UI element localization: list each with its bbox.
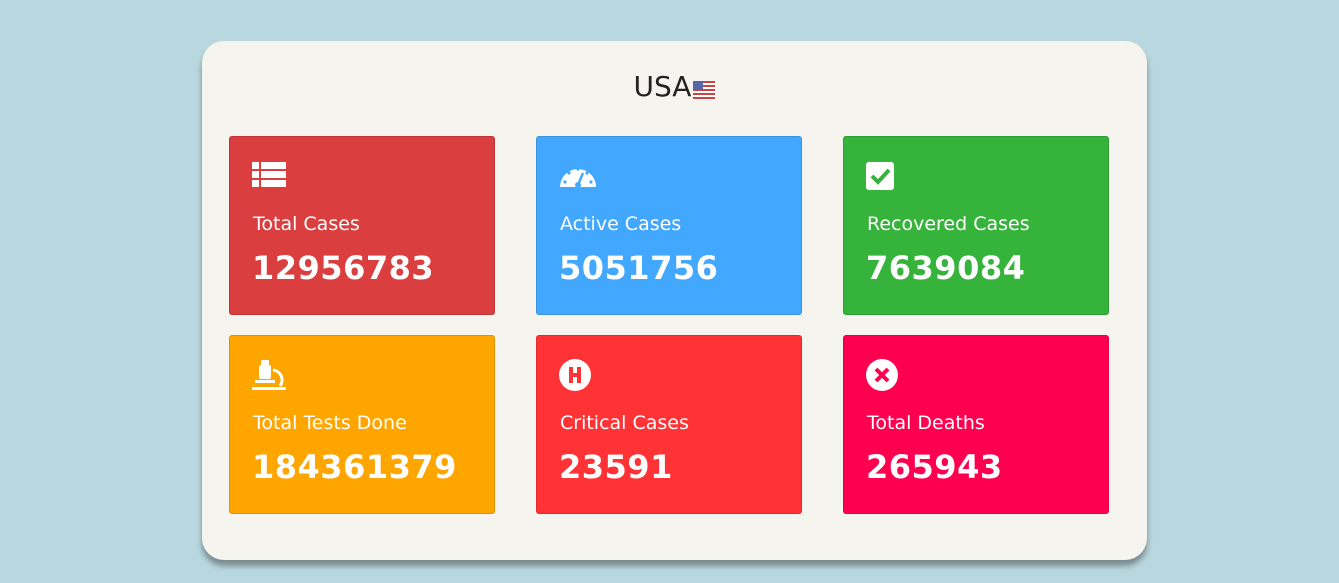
country-name: USA <box>633 70 692 103</box>
card-critical-cases: Critical Cases 23591 <box>536 335 802 514</box>
card-value: 184361379 <box>252 448 457 486</box>
card-value: 265943 <box>866 448 1003 486</box>
card-total-deaths: Total Deaths 265943 <box>843 335 1109 514</box>
microscope-icon <box>252 360 286 390</box>
card-recovered-cases: Recovered Cases 7639084 <box>843 136 1109 315</box>
table-icon <box>252 162 286 187</box>
page-title: USA <box>202 70 1147 103</box>
card-label: Recovered Cases <box>867 213 1030 235</box>
check-square-icon <box>866 162 894 190</box>
card-active-cases: Active Cases 5051756 <box>536 136 802 315</box>
card-value: 23591 <box>559 448 673 486</box>
card-label: Total Tests Done <box>253 412 407 434</box>
card-total-tests: Total Tests Done 184361379 <box>229 335 495 514</box>
card-value: 12956783 <box>252 249 435 287</box>
stats-panel: USA Total Cases 12956783 Active Cases 50… <box>202 41 1147 560</box>
card-value: 7639084 <box>866 249 1026 287</box>
hospital-icon <box>559 359 591 391</box>
card-label: Total Cases <box>253 213 360 235</box>
card-label: Critical Cases <box>560 412 689 434</box>
card-label: Total Deaths <box>867 412 985 434</box>
card-value: 5051756 <box>559 249 719 287</box>
card-label: Active Cases <box>560 213 682 235</box>
speedometer-icon <box>560 167 596 188</box>
times-circle-icon <box>866 359 898 391</box>
us-flag-icon <box>693 80 716 99</box>
card-total-cases: Total Cases 12956783 <box>229 136 495 315</box>
